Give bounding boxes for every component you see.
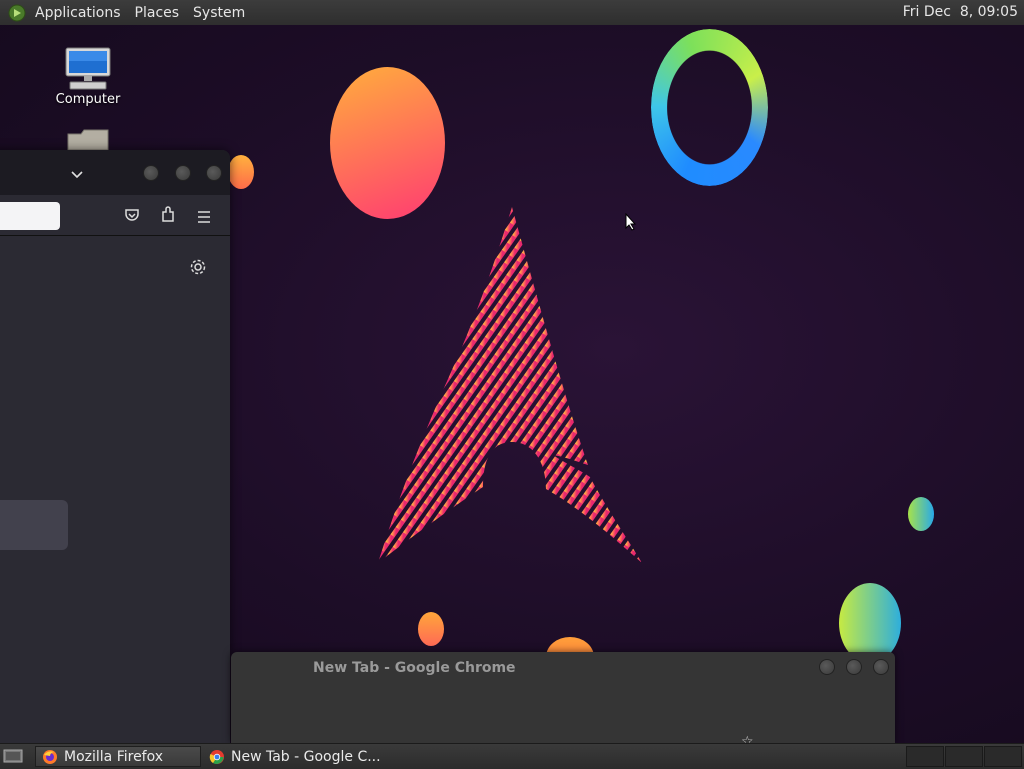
tiny-orange-bubble [418,612,444,646]
task-firefox[interactable]: Mozilla Firefox [35,746,201,767]
chrome-minimize-button[interactable] [819,659,835,675]
chrome-close-button[interactable] [873,659,889,675]
system-menu[interactable]: System [186,5,252,21]
green-blue-bubble [839,583,901,663]
url-bar[interactable] [0,202,60,230]
shortcut-tile[interactable] [0,500,68,550]
chrome-maximize-button[interactable] [846,659,862,675]
folder-icon [65,128,111,151]
ring-bubble [651,29,768,186]
star-icon[interactable]: ☆ [741,734,754,743]
desktop-icon-folder[interactable] [48,128,128,151]
applications-menu[interactable]: Applications [28,5,128,21]
arch-logo-icon [378,207,642,563]
close-button[interactable] [206,165,222,181]
chrome-window[interactable]: New Tab - Google Chrome ☆ [231,652,895,743]
mouse-cursor-icon [625,213,637,231]
small-orange-bubble [228,155,254,189]
mate-logo-icon[interactable] [8,4,26,22]
workspace-2[interactable] [945,746,983,767]
extensions-icon[interactable] [160,206,176,228]
chrome-icon [209,749,225,765]
hamburger-menu-icon[interactable] [197,208,211,227]
task-label: Mozilla Firefox [64,748,164,765]
desktop-icon-computer[interactable]: Computer [48,46,128,107]
firefox-content [0,236,230,743]
places-menu[interactable]: Places [128,5,187,21]
orange-bubble [330,67,445,219]
chevron-down-icon[interactable] [70,165,84,184]
firefox-titlebar[interactable] [0,150,230,195]
computer-icon [64,46,112,92]
bottom-taskbar: Mozilla Firefox New Tab - Google C... [0,743,1024,769]
maximize-button[interactable] [175,165,191,181]
gear-icon[interactable] [189,258,207,280]
pocket-icon[interactable] [124,207,140,227]
task-chrome[interactable]: New Tab - Google C... [203,746,393,767]
chrome-window-title: New Tab - Google Chrome [313,660,516,676]
task-label: New Tab - Google C... [231,748,381,765]
firefox-navbar [0,195,230,236]
firefox-window[interactable] [0,150,230,743]
workspace-1[interactable] [906,746,944,767]
workspace-3[interactable] [984,746,1022,767]
minimize-button[interactable] [143,165,159,181]
top-panel: Applications Places System Fri Dec 8, 09… [0,0,1024,26]
small-blue-bubble [908,497,934,531]
desktop-icon-label: Computer [55,92,121,107]
firefox-icon [42,749,58,765]
clock[interactable]: Fri Dec 8, 09:05 [903,4,1018,20]
show-desktop-icon[interactable] [3,748,23,768]
